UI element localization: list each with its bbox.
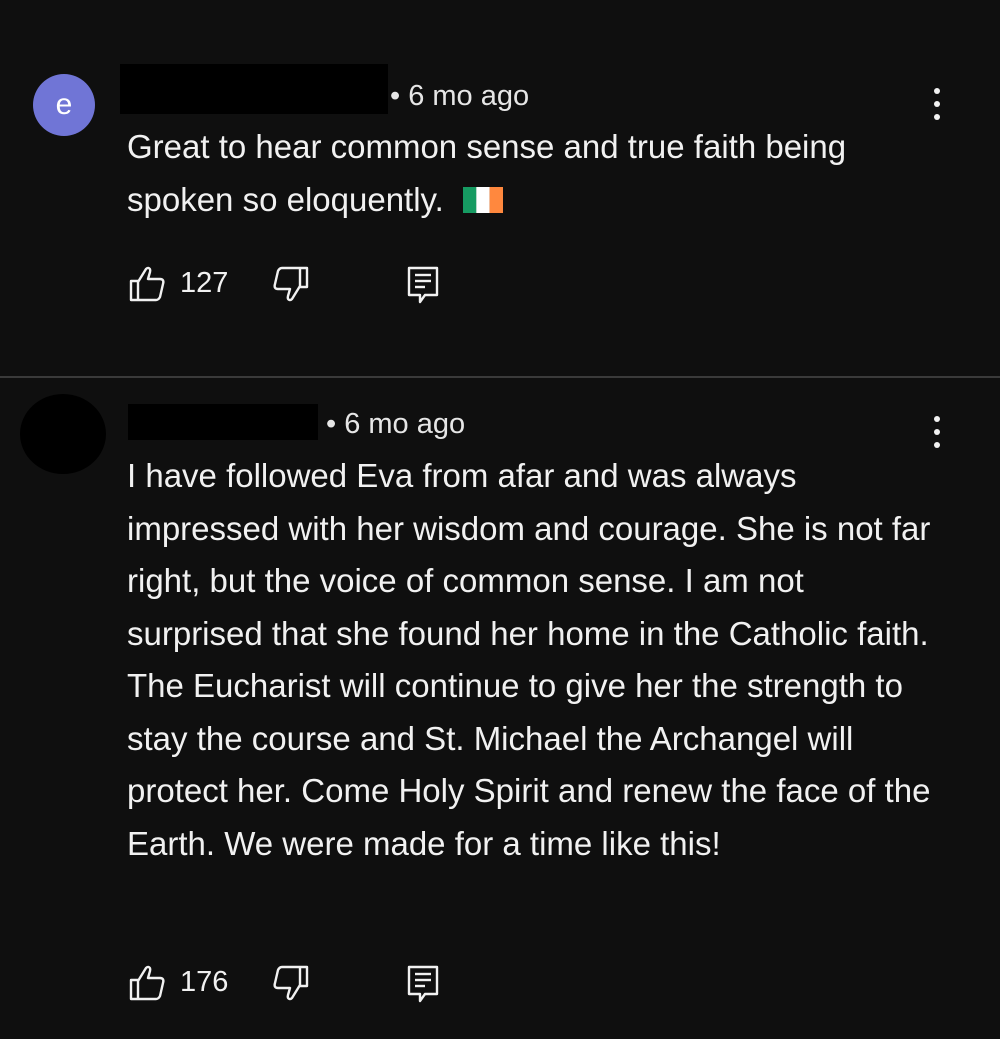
redacted-username (120, 64, 388, 114)
avatar[interactable] (20, 394, 106, 474)
like-count: 127 (180, 267, 229, 299)
comment-timestamp: • 6 mo ago (326, 408, 466, 440)
more-vert-icon[interactable] (927, 88, 947, 120)
redacted-username (128, 404, 318, 440)
more-vert-icon[interactable] (927, 416, 947, 448)
comment-thread: e • 6 mo ago Great to hear common sense … (0, 0, 1000, 376)
comment-timestamp: • 6 mo ago (390, 80, 530, 112)
thumbs-up-icon[interactable] (128, 265, 166, 303)
irish-flag-icon (462, 186, 503, 213)
comment-text-container: I have followed Eva from afar and was al… (127, 450, 947, 870)
avatar[interactable]: e (33, 74, 95, 136)
thumbs-down-icon[interactable] (272, 964, 310, 1002)
thumbs-down-icon[interactable] (272, 265, 310, 303)
like-count: 176 (180, 966, 229, 998)
comment-text-container: Great to hear common sense and true fait… (127, 121, 947, 226)
reply-icon[interactable] (406, 265, 440, 305)
comment-thread: • 6 mo ago I have followed Eva from afar… (0, 378, 1000, 1039)
comment-text: I have followed Eva from afar and was al… (127, 457, 931, 862)
reply-icon[interactable] (406, 964, 440, 1004)
thumbs-up-icon[interactable] (128, 964, 166, 1002)
